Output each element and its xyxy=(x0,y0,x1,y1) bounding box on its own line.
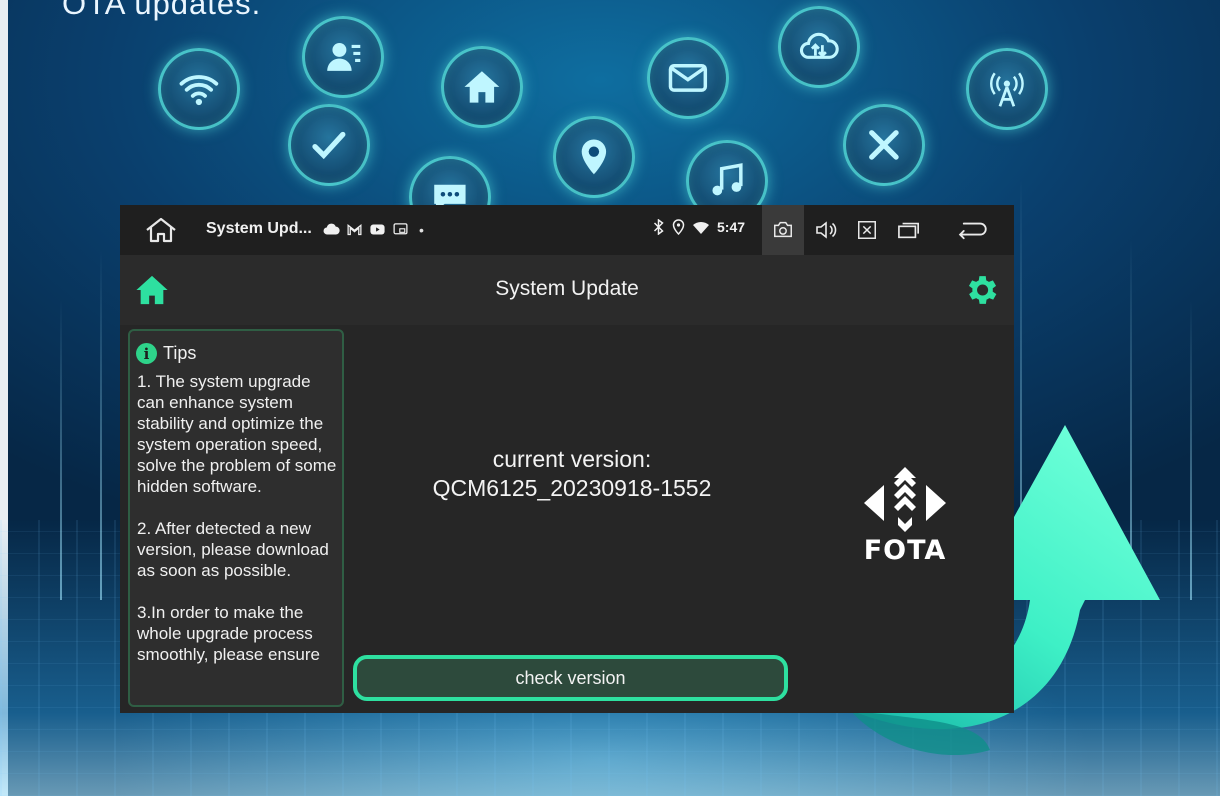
light-beam xyxy=(60,300,62,600)
notification-icons: • xyxy=(323,221,424,238)
screenshot-button[interactable] xyxy=(762,205,804,255)
bluetooth-icon xyxy=(653,219,664,235)
tips-list: 1. The system upgrade can enhance system… xyxy=(137,371,341,686)
page-title: System Update xyxy=(495,277,639,300)
youtube-icon xyxy=(370,224,385,235)
home-icon xyxy=(441,46,523,128)
light-beam xyxy=(1190,300,1192,600)
headline-text: OTA updates. xyxy=(62,0,262,21)
tip-item: 3.In order to make the whole upgrade pro… xyxy=(137,603,321,664)
light-beam xyxy=(100,250,102,600)
tip-item: 1. The system upgrade can enhance system… xyxy=(137,372,337,496)
check-version-button[interactable]: check version xyxy=(353,655,788,701)
status-bar: System Upd... • 5:47 xyxy=(120,205,1014,255)
cast-icon xyxy=(393,223,408,235)
tips-panel[interactable]: i Tips 1. The system upgrade can enhance… xyxy=(128,329,344,707)
antenna-icon xyxy=(966,48,1048,130)
volume-button[interactable] xyxy=(812,217,840,243)
version-value: QCM6125_20230918-1552 xyxy=(432,475,712,501)
speaker-icon xyxy=(816,221,837,239)
close-app-button[interactable] xyxy=(853,217,881,243)
tips-heading: Tips xyxy=(163,343,197,363)
wifi-icon xyxy=(158,48,240,130)
tips-header: i Tips xyxy=(136,343,196,364)
back-arrow-icon xyxy=(958,222,987,240)
location-icon xyxy=(553,116,635,198)
fota-logo-text: FOTA xyxy=(863,535,947,566)
check-icon xyxy=(288,104,370,186)
current-app-title: System Upd... xyxy=(206,220,312,237)
cloud-sync-icon xyxy=(778,6,860,88)
wifi-icon xyxy=(693,221,709,234)
contact-icon xyxy=(302,16,384,98)
more-notifications-dot: • xyxy=(419,221,424,238)
home-icon[interactable] xyxy=(144,217,178,243)
tip-item: 2. After detected a new version, please … xyxy=(137,519,329,580)
status-indicators: 5:47 xyxy=(652,219,745,235)
close-box-icon xyxy=(858,221,876,239)
cloud-icon xyxy=(323,223,340,235)
close-icon xyxy=(843,104,925,186)
version-label: current version: xyxy=(492,446,652,472)
recent-apps-icon xyxy=(898,222,919,239)
location-pin-icon xyxy=(672,219,685,235)
clock: 5:47 xyxy=(717,219,746,235)
recent-apps-button[interactable] xyxy=(895,217,923,243)
back-button[interactable] xyxy=(954,217,990,243)
gmail-icon xyxy=(347,223,362,236)
camera-icon xyxy=(774,221,792,238)
headunit-screen: System Upd... • 5:47 System Update i Tip… xyxy=(120,205,1014,713)
info-icon: i xyxy=(136,343,157,364)
mail-icon xyxy=(647,37,729,119)
app-toolbar: System Update xyxy=(120,255,1014,325)
settings-gear-icon[interactable] xyxy=(962,271,1000,309)
version-info: current version: QCM6125_20230918-1552 xyxy=(360,445,784,503)
